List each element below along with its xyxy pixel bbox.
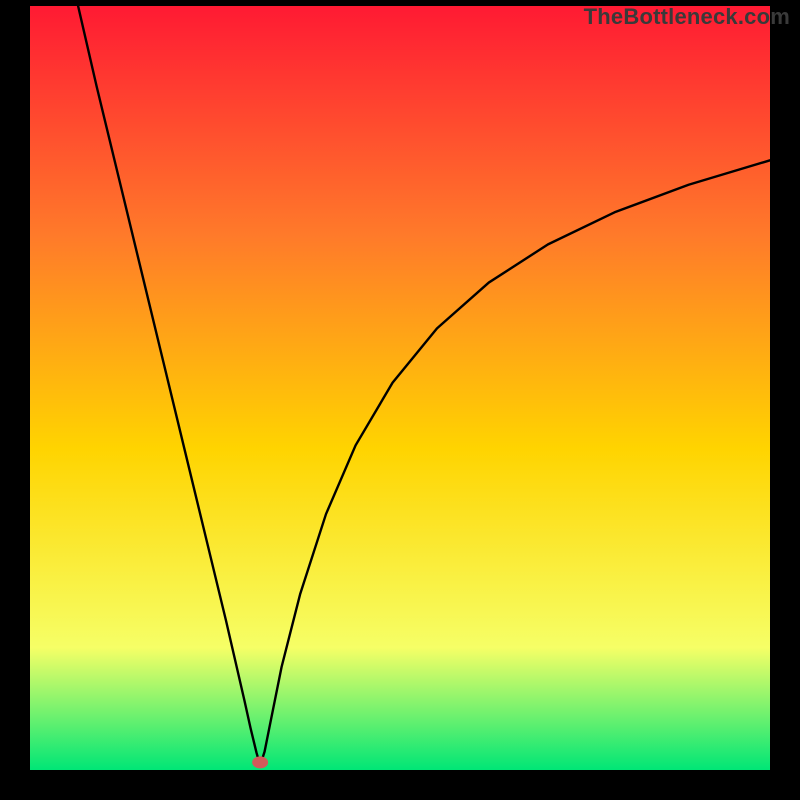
plot-area [30,6,770,770]
gradient-background [30,6,770,770]
dip-marker [252,756,268,768]
chart-frame: TheBottleneck.com [0,0,800,800]
chart-svg [30,6,770,770]
watermark-text: TheBottleneck.com [584,4,790,30]
